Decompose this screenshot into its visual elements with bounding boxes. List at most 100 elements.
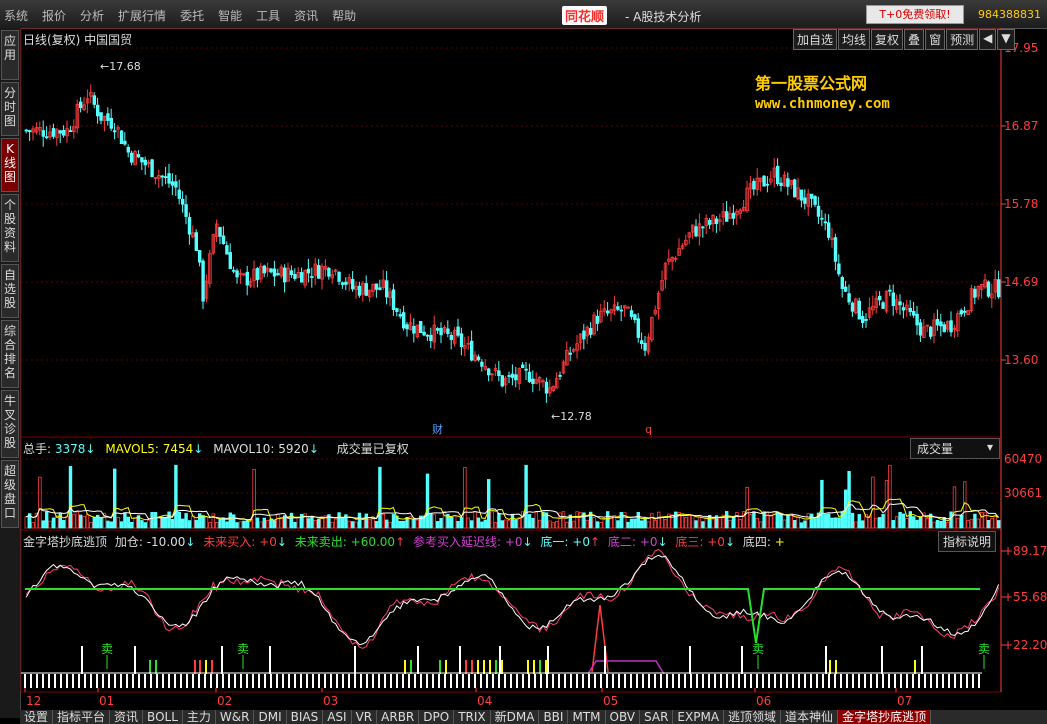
tab-item[interactable]: OBV <box>606 710 641 724</box>
candle-body <box>997 279 1001 298</box>
tab-item[interactable]: ASI <box>323 710 352 724</box>
candle-body <box>310 276 314 278</box>
arrow-left-icon[interactable]: ◀ <box>979 29 997 50</box>
toolbar-button[interactable]: 叠 <box>904 29 925 50</box>
tab-item[interactable]: BBI <box>539 710 569 724</box>
candle-body <box>568 352 572 355</box>
di2-value: +0 <box>639 535 658 549</box>
tab-item[interactable]: TRIX <box>454 710 491 724</box>
tab-item[interactable]: EXPMA <box>673 710 725 724</box>
chart-area[interactable]: 卖卖卖卖 17.9516.8715.7814.6913.60←17.68←12.… <box>0 0 1047 724</box>
tab-item[interactable]: 逃顶领域 <box>724 710 782 724</box>
tab-item[interactable]: 资讯 <box>110 710 144 724</box>
volume-bar <box>466 517 470 529</box>
tab-item[interactable]: W&R <box>216 710 255 724</box>
candle-body <box>823 221 827 224</box>
volume-bar <box>272 520 277 529</box>
weilai-mairu-value: +0 <box>259 535 277 549</box>
volume-bar <box>493 522 498 529</box>
candle-body <box>833 237 838 262</box>
tab-item[interactable]: SAR <box>640 710 674 724</box>
candle-body <box>776 165 780 185</box>
candle-body <box>99 112 103 121</box>
candle-body <box>527 371 532 382</box>
volume-bar <box>456 521 460 529</box>
tab-item[interactable]: 主力 <box>183 710 216 724</box>
volume-bar <box>92 516 96 529</box>
volume-selector[interactable]: 成交量 ▾ <box>910 438 1000 459</box>
di1-label: 底一: <box>540 535 569 549</box>
candle-body <box>92 95 96 105</box>
candle-body <box>221 235 226 245</box>
tab-item[interactable]: 道本神仙 <box>781 710 839 724</box>
volume-bar <box>116 517 120 529</box>
toolbar-button[interactable]: 复权 <box>871 29 904 50</box>
candle-body <box>949 320 953 333</box>
toolbar-button[interactable]: 加自选 <box>793 29 838 50</box>
volume-bar <box>799 522 804 529</box>
volume-bar <box>177 511 181 529</box>
tab-item[interactable]: DMI <box>254 710 287 724</box>
tab-item[interactable]: 新DMA <box>491 710 540 724</box>
candle-body <box>643 342 647 351</box>
indicator-red-line <box>25 548 1000 649</box>
candle-body <box>316 265 321 279</box>
candle-body <box>840 277 844 289</box>
tab-item[interactable]: BOLL <box>143 710 183 724</box>
candle-body <box>289 270 294 275</box>
volume-bar <box>976 518 980 529</box>
tab-item[interactable]: 金字塔抄底逃顶 <box>838 710 932 724</box>
candle-body <box>109 118 113 129</box>
volume-bar <box>180 518 185 529</box>
toolbar-button[interactable]: 窗 <box>925 29 946 50</box>
volume-bar <box>990 518 994 529</box>
volume-bar <box>459 517 464 529</box>
volume-bar <box>932 521 936 529</box>
volume-bar <box>412 518 416 529</box>
candle-body <box>935 318 940 326</box>
candle-body <box>816 205 821 217</box>
volume-bar <box>68 466 73 529</box>
candle-body <box>225 245 229 255</box>
tab-item[interactable]: VR <box>352 710 378 724</box>
cankao-value: +0 <box>504 535 523 549</box>
tab-item[interactable]: MTM <box>568 710 606 724</box>
volume-bar <box>347 520 351 529</box>
toolbar-button[interactable]: 均线 <box>838 29 871 50</box>
volume-bar <box>265 520 270 529</box>
volume-bar <box>891 520 895 529</box>
volume-bar <box>293 521 297 529</box>
candle-body <box>589 327 593 335</box>
volume-bar <box>231 514 236 529</box>
chevron-down-icon[interactable]: ▼ <box>997 29 1015 50</box>
candle-body <box>235 270 239 278</box>
tab-item[interactable]: DPO <box>419 710 455 724</box>
candle-body <box>449 334 453 340</box>
candle-body <box>378 287 382 290</box>
volume-bar <box>425 473 430 529</box>
tab-item[interactable]: 设置 <box>20 710 54 724</box>
indicator-help-button[interactable]: 指标说明 <box>938 531 997 552</box>
candle-body <box>255 268 260 281</box>
candle-body <box>850 302 855 312</box>
volume-bar <box>779 513 783 529</box>
candle-body <box>510 373 515 378</box>
volume-bar <box>187 520 192 529</box>
tab-item[interactable]: ARBR <box>377 710 420 724</box>
candle-body <box>480 361 484 367</box>
toolbar-button[interactable]: 预测 <box>946 29 979 50</box>
candle-body <box>177 189 181 199</box>
candle-body <box>847 293 851 303</box>
candle-body <box>813 196 817 205</box>
tab-item[interactable]: BIAS <box>287 710 324 724</box>
volume-bar <box>531 517 535 529</box>
volume-bar <box>31 521 35 529</box>
candle-body <box>129 152 134 163</box>
volume-bar <box>514 519 518 529</box>
volume-bar <box>912 516 916 529</box>
volume-bar <box>449 516 453 529</box>
tab-item[interactable]: 指标平台 <box>53 710 111 724</box>
volume-bar <box>170 519 175 529</box>
volume-bar <box>939 520 943 529</box>
candle-body <box>136 154 141 158</box>
